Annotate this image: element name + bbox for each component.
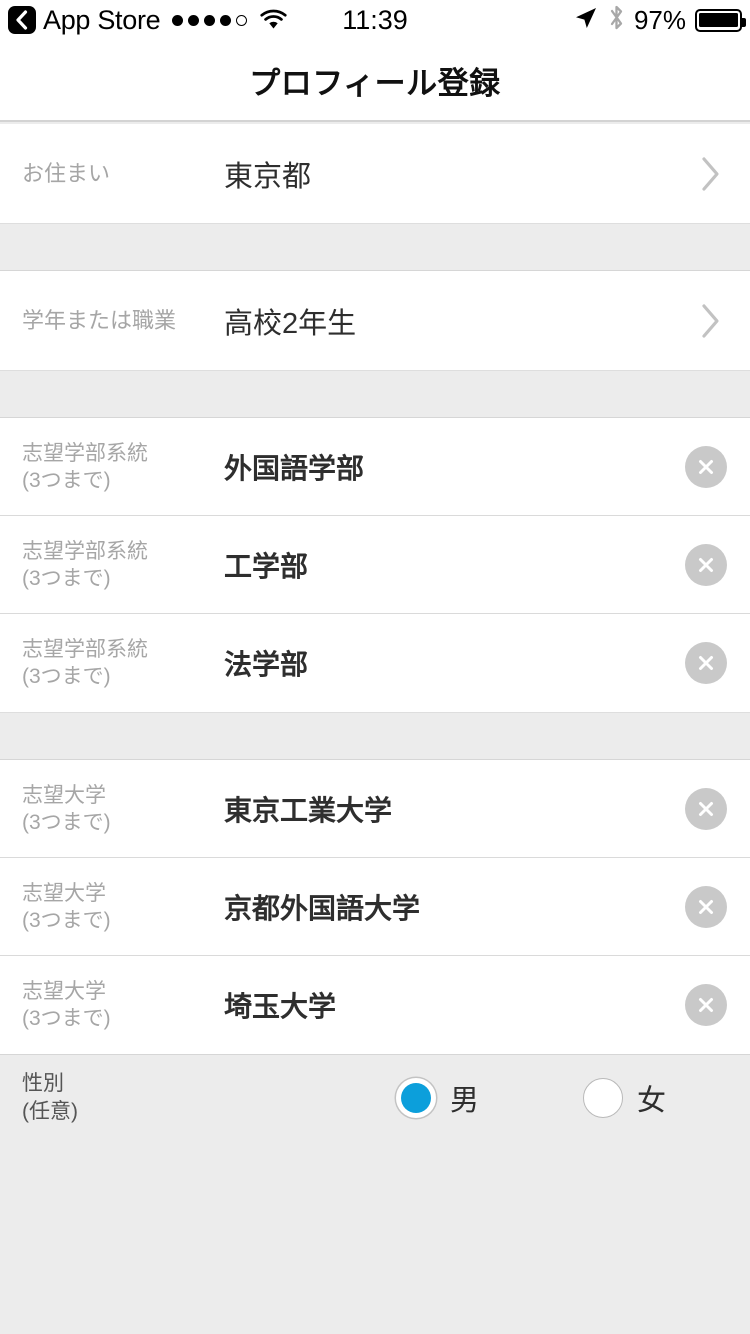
gender-option-male[interactable]: 男 (396, 1077, 479, 1119)
bluetooth-icon (608, 4, 625, 36)
row-residence-label: お住まい (22, 161, 111, 186)
row-grade-or-job-value: 高校2年生 (224, 307, 357, 340)
gender-option-female[interactable]: 女 (583, 1077, 666, 1119)
row-faculty-2[interactable]: 志望学部系統 (3つまで) 工学部 (0, 516, 750, 614)
battery-full-icon (695, 8, 746, 32)
row-university-3[interactable]: 志望大学 (3つまで) 埼玉大学 (0, 956, 750, 1054)
row-grade-or-job-label: 学年または職業 (22, 308, 177, 333)
row-gender: 性別 (任意) 男 女 (0, 1054, 750, 1140)
navigation-bar: プロフィール登録 (0, 40, 750, 122)
section-separator (0, 223, 750, 271)
gender-radio-group: 男 女 (396, 1077, 666, 1119)
close-circle-icon[interactable] (685, 787, 727, 830)
close-circle-icon[interactable] (685, 642, 727, 684)
row-faculty-value: 工学部 (224, 550, 309, 582)
radio-inner-dot (401, 1082, 431, 1113)
chevron-right-icon[interactable] (700, 302, 722, 340)
close-circle-icon[interactable] (685, 543, 727, 586)
status-bar: App Store 11:39 97% (0, 0, 750, 40)
radio-button-selected[interactable] (396, 1077, 436, 1118)
row-residence-value: 東京都 (224, 160, 312, 193)
row-faculty-label: 志望学部系統 (3つまで) (22, 638, 148, 688)
form-content: お住まい 東京都 学年または職業 高校2年生 志望学部系統 (3つまで) 外国語 (0, 124, 750, 1334)
row-faculty-3[interactable]: 志望学部系統 (3つまで) 法学部 (0, 614, 750, 712)
profile-registration-screen: App Store 11:39 97% プロフィール登録 お住まい 東京都 学年… (0, 0, 750, 1334)
close-circle-icon[interactable] (685, 984, 727, 1026)
row-university-1[interactable]: 志望大学 (3つまで) 東京工業大学 (0, 760, 750, 858)
battery-percent-label: 97% (633, 4, 686, 35)
page-title: プロフィール登録 (249, 65, 501, 101)
battery-fill (699, 13, 738, 27)
close-circle-icon[interactable] (685, 445, 727, 488)
row-residence[interactable]: お住まい 東京都 (0, 124, 750, 223)
row-faculty-label: 志望学部系統 (3つまで) (22, 539, 148, 590)
chevron-right-icon[interactable] (700, 155, 722, 193)
status-bar-right-group: 97% (573, 0, 746, 40)
row-gender-label: 性別 (任意) (22, 1071, 78, 1123)
row-faculty-label: 志望学部系統 (3つまで) (22, 441, 148, 492)
row-university-2[interactable]: 志望大学 (3つまで) 京都外国語大学 (0, 858, 750, 956)
row-university-label: 志望大学 (3つまで) (22, 980, 111, 1030)
gender-option-female-label: 女 (637, 1084, 667, 1117)
row-faculty-1[interactable]: 志望学部系統 (3つまで) 外国語学部 (0, 418, 750, 516)
row-grade-or-job[interactable]: 学年または職業 高校2年生 (0, 271, 750, 370)
radio-button-unselected[interactable] (583, 1077, 624, 1118)
row-university-value: 京都外国語大学 (224, 892, 421, 924)
section-separator (0, 712, 750, 760)
section-separator (0, 370, 750, 418)
location-arrow-icon (573, 5, 599, 36)
gender-option-male-label: 男 (450, 1084, 480, 1117)
row-university-value: 埼玉大学 (224, 991, 337, 1022)
row-faculty-value: 法学部 (224, 649, 309, 680)
row-university-label: 志望大学 (3つまで) (22, 783, 111, 834)
row-university-value: 東京工業大学 (224, 794, 393, 826)
row-university-label: 志望大学 (3つまで) (22, 881, 111, 932)
close-circle-icon[interactable] (685, 885, 727, 928)
row-faculty-value: 外国語学部 (224, 452, 365, 484)
